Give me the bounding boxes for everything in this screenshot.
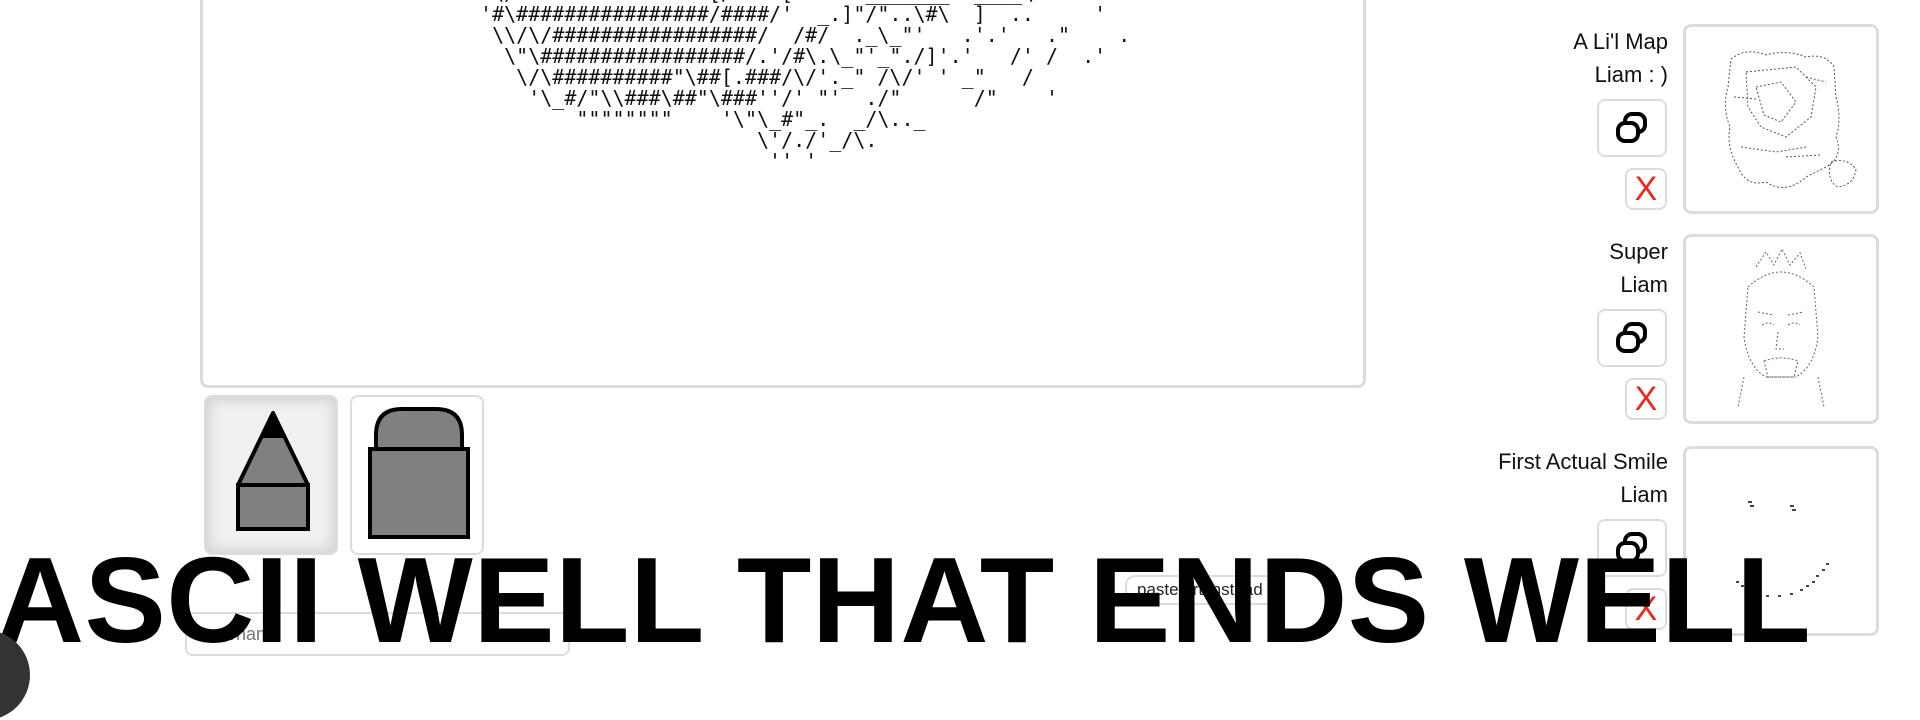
pencil-icon <box>236 411 310 531</box>
art-thumbnail[interactable] <box>1683 24 1879 214</box>
copy-icon <box>1616 322 1647 353</box>
copy-icon <box>1616 532 1647 563</box>
smile-thumbnail-image <box>1736 501 1829 597</box>
entry-title: First Actual Smile <box>1498 449 1668 474</box>
copy-button[interactable] <box>1597 99 1667 157</box>
ascii-art-text: '"\/################[/.###[ ._______".__… <box>468 0 1142 173</box>
art-thumbnail[interactable] <box>1683 446 1879 636</box>
map-thumbnail-image <box>1724 51 1857 188</box>
eraser-tool-button[interactable] <box>350 395 484 555</box>
entry-author: Liam : ) <box>1594 62 1668 87</box>
paste-art-button[interactable]: paste art instead <box>1125 575 1275 605</box>
username-input[interactable] <box>185 612 570 656</box>
copy-icon <box>1616 112 1647 143</box>
ascii-canvas[interactable]: '"\/################[/.###[ ._______".__… <box>200 0 1366 388</box>
entry-author: Liam <box>1620 482 1668 507</box>
entry-author: Liam <box>1620 272 1668 297</box>
eraser-icon <box>368 407 470 539</box>
face-thumbnail-image <box>1737 247 1825 408</box>
entry-title: A Li'l Map <box>1573 29 1668 54</box>
delete-button[interactable]: X <box>1625 168 1667 210</box>
delete-button[interactable]: X <box>1625 378 1667 420</box>
copy-button[interactable] <box>1597 519 1667 577</box>
art-thumbnail[interactable] <box>1683 234 1879 424</box>
delete-button[interactable]: X <box>1625 588 1667 630</box>
pencil-tool-button[interactable] <box>204 395 338 555</box>
entry-title: Super <box>1609 239 1668 264</box>
copy-button[interactable] <box>1597 309 1667 367</box>
corner-avatar <box>0 630 30 720</box>
